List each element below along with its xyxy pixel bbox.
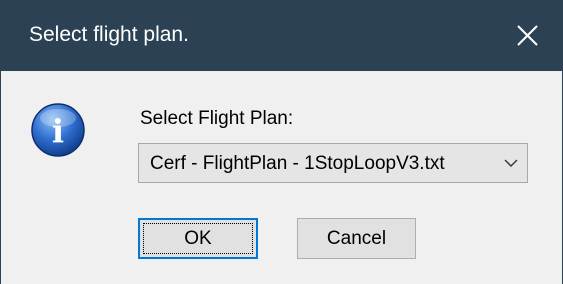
- cancel-button-label: Cancel: [326, 228, 387, 249]
- chevron-down-icon: [504, 159, 518, 167]
- ok-button-label: OK: [184, 228, 212, 249]
- title-bar: Select flight plan.: [1, 0, 562, 71]
- close-button[interactable]: [494, 0, 562, 71]
- flight-plan-select-value: Cerf - FlightPlan - 1StopLoopV3.txt: [150, 153, 445, 174]
- info-icon: i: [30, 102, 86, 158]
- select-flight-plan-label: Select Flight Plan:: [140, 108, 294, 129]
- ok-button[interactable]: OK: [138, 218, 258, 259]
- close-icon: [517, 25, 538, 46]
- flight-plan-select[interactable]: Cerf - FlightPlan - 1StopLoopV3.txt: [138, 143, 528, 183]
- window-title: Select flight plan.: [29, 23, 189, 46]
- cancel-button[interactable]: Cancel: [297, 218, 416, 259]
- svg-text:i: i: [52, 112, 64, 150]
- select-flight-plan-dialog: Select flight plan. i Select Flight Plan…: [0, 0, 563, 284]
